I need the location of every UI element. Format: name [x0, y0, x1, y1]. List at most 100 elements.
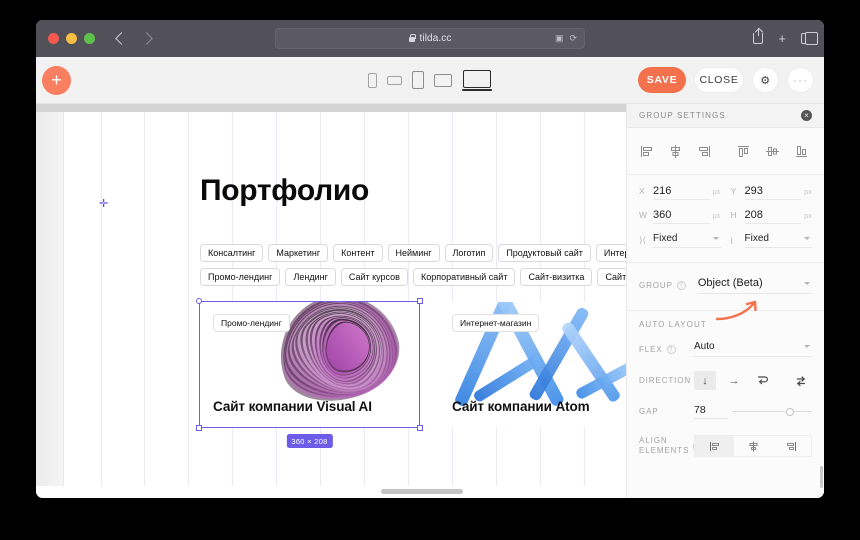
phone-portrait-icon: [368, 72, 377, 88]
close-window-button[interactable]: [48, 33, 59, 44]
panel-title: GROUP SETTINGS: [639, 111, 726, 120]
reload-icon[interactable]: ⟳: [569, 34, 577, 43]
sizing-mode-row: ⟩⟨ Fixed I Fixed: [639, 233, 812, 248]
gap-slider[interactable]: [732, 407, 812, 417]
tag-row-2: Промо-лендинг Лендинг Сайт курсов Корпорати…: [200, 268, 626, 286]
tag-chip[interactable]: Маркетинг: [268, 244, 329, 262]
card-visual-ai[interactable]: Промо-лендинг Сайт компании Visual AI: [200, 302, 419, 427]
align-right-icon[interactable]: [697, 144, 712, 159]
tag-chip[interactable]: Лендинг: [285, 268, 336, 286]
tablet-portrait-icon: [412, 71, 424, 89]
direction-horizontal-icon[interactable]: →: [723, 371, 745, 390]
align-bottom-icon[interactable]: [794, 144, 809, 159]
align-center-horizontal-icon[interactable]: [668, 144, 683, 159]
x-input[interactable]: [653, 185, 710, 200]
chevron-down-icon: [712, 237, 719, 240]
tag-chip[interactable]: Нейминг: [387, 244, 440, 262]
y-field[interactable]: Y px: [731, 185, 812, 200]
device-desktop-button[interactable]: [462, 69, 492, 91]
panel-scrollbar[interactable]: [820, 466, 823, 488]
align-center-vertical-icon[interactable]: [765, 144, 780, 159]
width-mode-dropdown[interactable]: Fixed: [653, 233, 721, 248]
group-label: GROUP: [639, 281, 673, 290]
minimize-window-button[interactable]: [66, 33, 77, 44]
device-phone-portrait-button[interactable]: [368, 72, 377, 88]
tag-chip[interactable]: Интернет-магазин: [595, 244, 626, 262]
window-controls: [48, 33, 95, 44]
y-input[interactable]: [744, 185, 802, 200]
new-tab-icon[interactable]: +: [778, 32, 786, 45]
w-field[interactable]: W px: [639, 209, 721, 224]
help-icon[interactable]: ?: [676, 281, 686, 290]
vertical-alignment-group: [736, 144, 809, 159]
flex-value: Auto: [694, 341, 715, 352]
width-mode-field[interactable]: ⟩⟨ Fixed: [639, 233, 721, 248]
w-label: W: [639, 210, 648, 220]
forward-icon[interactable]: [140, 32, 153, 45]
tag-row-1: Консалтинг Маркетинг Контент Нейминг Логотип…: [200, 244, 626, 262]
reader-view-icon[interactable]: ▣: [555, 34, 564, 43]
direction-group: ↓ →: [694, 371, 812, 390]
tag-chip[interactable]: Корпоративный сайт: [412, 268, 516, 286]
x-label: X: [639, 186, 645, 196]
tag-chip[interactable]: Консалтинг: [200, 244, 264, 262]
gap-slider-knob[interactable]: [786, 407, 795, 416]
guide-marker-icon[interactable]: ✛: [99, 199, 108, 210]
gap-slider-track: [732, 411, 812, 412]
tag-chip[interactable]: Сайт курсов: [340, 268, 408, 286]
direction-wrap-icon[interactable]: [752, 371, 774, 390]
chevron-down-icon: [804, 237, 810, 240]
ruler-top[interactable]: [36, 104, 626, 112]
align-elements-label-wrap: ALIGN ELEMENTS ?: [639, 436, 700, 456]
gap-input[interactable]: [694, 404, 728, 419]
y-unit: px: [804, 187, 812, 196]
h-input[interactable]: [744, 209, 802, 224]
height-mode-dropdown[interactable]: Fixed: [744, 233, 812, 248]
tag-chip[interactable]: Продуктовый сайт: [498, 244, 591, 262]
tag-chip[interactable]: Сайт-визитка: [520, 268, 593, 286]
tag-chip[interactable]: Логотип: [444, 244, 494, 262]
tag-chip[interactable]: Сайт-портфолио: [597, 268, 626, 286]
card-caption: Сайт компании Visual AI: [213, 399, 372, 414]
share-icon[interactable]: [753, 28, 764, 44]
direction-vertical-icon[interactable]: ↓: [694, 371, 716, 390]
save-button[interactable]: SAVE: [638, 67, 686, 93]
align-top-icon[interactable]: [736, 144, 751, 159]
align-elements-center-icon[interactable]: [734, 436, 773, 456]
device-tablet-landscape-button[interactable]: [434, 73, 452, 87]
help-icon[interactable]: ?: [666, 344, 676, 354]
close-button[interactable]: CLOSE: [694, 67, 744, 93]
editor-toolbar: + SAVE CLOSE ⚙ ···: [36, 57, 824, 104]
device-phone-landscape-button[interactable]: [387, 75, 402, 85]
more-options-button[interactable]: ···: [787, 67, 814, 93]
browser-title-bar: tilda.cc ▣ ⟳ +: [36, 20, 824, 57]
align-elements-end-icon[interactable]: [772, 436, 811, 456]
align-elements-group: [694, 435, 812, 457]
canvas[interactable]: ✛ Портфолио Консалтинг Маркетинг Контент Не…: [36, 104, 626, 498]
align-elements-start-icon[interactable]: [695, 436, 734, 456]
horizontal-scrollbar-thumb[interactable]: [381, 489, 463, 494]
maximize-window-button[interactable]: [84, 33, 95, 44]
device-tablet-portrait-button[interactable]: [412, 71, 424, 89]
flex-dropdown[interactable]: Auto: [694, 341, 812, 357]
tag-chip[interactable]: Промо-лендинг: [200, 268, 281, 286]
toolbar-actions: SAVE CLOSE ⚙ ···: [638, 67, 814, 93]
back-icon[interactable]: [115, 32, 128, 45]
w-input[interactable]: [653, 209, 710, 224]
align-left-icon[interactable]: [639, 144, 654, 159]
add-block-button[interactable]: +: [42, 65, 71, 95]
direction-reverse-icon[interactable]: [790, 371, 812, 390]
card-atom[interactable]: Интернет-магазин Сайт компании Atom: [439, 302, 626, 427]
flex-label-wrap: FLEX ?: [639, 344, 694, 354]
close-icon[interactable]: ×: [801, 110, 812, 121]
settings-button[interactable]: ⚙: [752, 67, 779, 93]
height-mode-field[interactable]: I Fixed: [731, 233, 812, 248]
x-field[interactable]: X px: [639, 185, 721, 200]
address-bar[interactable]: tilda.cc ▣ ⟳: [275, 28, 585, 49]
tabs-icon[interactable]: [801, 31, 818, 45]
browser-chrome-actions: +: [753, 28, 818, 45]
horizontal-scrollbar[interactable]: [36, 486, 626, 498]
group-dropdown[interactable]: Object (Beta): [697, 277, 812, 294]
h-field[interactable]: H px: [731, 209, 812, 224]
tag-chip[interactable]: Контент: [333, 244, 383, 262]
